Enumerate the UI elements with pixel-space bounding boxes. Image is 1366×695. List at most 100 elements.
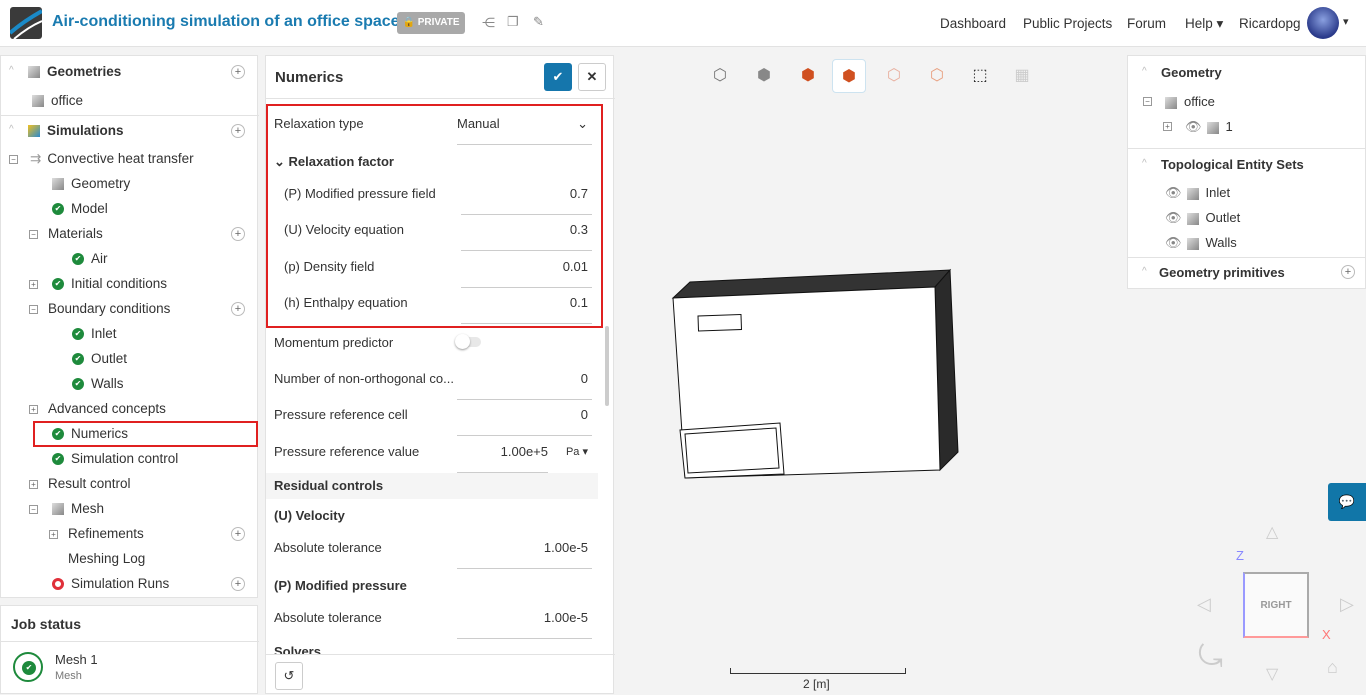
tree-refinements[interactable]: Refinements [68, 523, 144, 545]
wireframe-view-icon[interactable]: ⬡ [703, 59, 737, 93]
p-pressure-header: (P) Modified pressure [274, 578, 407, 593]
collapse-icon[interactable]: − [29, 305, 38, 314]
tree-model[interactable]: ✔ Model [52, 198, 108, 220]
field-enthalpy[interactable]: (h) Enthalpy equation 0.1 [284, 288, 592, 324]
share-icon[interactable]: ⋲ [482, 15, 495, 31]
tree-boundary-conditions[interactable]: Boundary conditions [48, 298, 170, 320]
collapse-icon[interactable]: − [29, 505, 38, 514]
close-button[interactable]: ✕ [578, 63, 606, 91]
rotate-around-icon[interactable]: ⤿ [1198, 640, 1223, 674]
relaxation-type-select[interactable]: Relaxation type Manual ⌄ [274, 109, 592, 145]
add-run-button[interactable]: + [231, 577, 245, 591]
expand-icon[interactable]: + [49, 530, 58, 539]
geometry-icon [28, 66, 40, 79]
tree-geometry[interactable]: Geometry [52, 173, 130, 195]
tree-numerics[interactable]: ✔ Numerics [52, 423, 128, 445]
rotate-down-icon[interactable]: ▽ [1266, 664, 1278, 684]
add-simulation-button[interactable]: + [231, 124, 245, 138]
nav-help[interactable]: Help ▾ [1185, 16, 1223, 32]
eye-icon[interactable]: 👁 [1185, 119, 1202, 134]
p-absolute-tolerance-field[interactable]: Absolute tolerance 1.00e-5 [274, 603, 592, 639]
add-geometry-button[interactable]: + [231, 65, 245, 79]
tree-simulation-runs[interactable]: Simulation Runs [52, 573, 169, 595]
tree-simulation-control[interactable]: ✔ Simulation control [52, 448, 178, 470]
tree-inlet[interactable]: ✔ Inlet [72, 323, 117, 345]
tree-initial-conditions[interactable]: ✔ Initial conditions [52, 273, 167, 295]
office-3d-model[interactable] [660, 260, 970, 490]
nav-forum[interactable]: Forum [1127, 16, 1166, 31]
add-boundary-condition-button[interactable]: + [231, 302, 245, 316]
expand-icon[interactable]: + [29, 405, 38, 414]
user-menu[interactable]: Ricardopg [1239, 16, 1301, 31]
entity-set-walls[interactable]: 👁 Walls [1165, 235, 1237, 251]
tree-mesh[interactable]: Mesh [52, 498, 104, 520]
avatar[interactable] [1307, 7, 1339, 39]
chevron-down-icon[interactable]: ▾ [1343, 15, 1349, 28]
eye-icon[interactable]: 👁 [1165, 185, 1182, 200]
tree-meshing-log[interactable]: Meshing Log [68, 548, 145, 570]
scrollbar[interactable] [605, 326, 609, 406]
tree-advanced-concepts[interactable]: Advanced concepts [48, 398, 166, 420]
tree-air[interactable]: ✔ Air [72, 248, 108, 270]
simulations-icon [28, 125, 40, 138]
points-view-icon[interactable]: ⬡ [877, 59, 911, 93]
scene-geometry-header[interactable]: Geometry [1161, 65, 1222, 80]
confirm-button[interactable]: ✔ [544, 63, 572, 91]
entity-set-inlet[interactable]: 👁 Inlet [1165, 185, 1230, 201]
box-select-icon[interactable]: ⬚ [963, 59, 997, 93]
tree-outlet[interactable]: ✔ Outlet [72, 348, 127, 370]
collapse-icon[interactable]: − [1143, 97, 1152, 106]
edges-view-icon[interactable]: ⬡ [920, 59, 954, 93]
add-refinement-button[interactable]: + [231, 527, 245, 541]
solid-view-icon[interactable]: ⬢ [747, 59, 781, 93]
tree-office[interactable]: office [32, 90, 83, 112]
eye-icon[interactable]: 👁 [1165, 210, 1182, 225]
u-absolute-tolerance-field[interactable]: Absolute tolerance 1.00e-5 [274, 533, 592, 569]
tree-materials[interactable]: Materials [48, 223, 103, 245]
edit-icon[interactable]: ✎ [533, 14, 544, 30]
relaxation-factor-header[interactable]: ⌄ Relaxation factor [274, 154, 394, 170]
mesh-view-icon[interactable]: ▦ [1005, 59, 1039, 93]
tree-geometries[interactable]: Geometries [28, 61, 121, 83]
geometry-primitives-header[interactable]: Geometry primitives [1159, 265, 1285, 280]
section-view-icon[interactable]: ⬢ [832, 59, 866, 93]
add-primitive-button[interactable]: + [1341, 265, 1355, 279]
pressure-reference-value-field[interactable]: Pressure reference value 1.00e+5 Pa ▾ [274, 437, 592, 473]
tree-simulations[interactable]: Simulations [28, 120, 124, 142]
tree-walls[interactable]: ✔ Walls [72, 373, 124, 395]
field-density[interactable]: (p) Density field 0.01 [284, 252, 592, 288]
nav-dashboard[interactable]: Dashboard [940, 16, 1006, 31]
reset-button[interactable]: ↺ [275, 662, 303, 690]
copy-icon[interactable]: ❐ [507, 14, 519, 30]
tree-result-control[interactable]: Result control [48, 473, 131, 495]
entity-set-outlet[interactable]: 👁 Outlet [1165, 210, 1240, 226]
simscale-logo[interactable] [10, 7, 42, 39]
cube-face-right[interactable]: RIGHT [1243, 572, 1309, 638]
expand-icon[interactable]: + [1163, 122, 1172, 131]
collapse-icon[interactable]: − [29, 230, 38, 239]
scene-part-1[interactable]: 👁 1 [1185, 119, 1233, 135]
solid-edges-view-icon[interactable]: ⬢ [791, 59, 825, 93]
expand-icon[interactable]: + [29, 480, 38, 489]
job-name[interactable]: Mesh 1 [55, 652, 98, 667]
eye-icon[interactable]: 👁 [1165, 235, 1182, 250]
rotate-right-icon[interactable]: ▷ [1340, 594, 1354, 615]
chat-button[interactable]: 💬 [1328, 483, 1366, 521]
home-view-icon[interactable]: ⌂ [1327, 657, 1338, 678]
rotate-up-icon[interactable]: △ [1266, 522, 1278, 542]
topological-entity-sets-header[interactable]: Topological Entity Sets [1161, 157, 1304, 172]
collapse-icon[interactable]: − [9, 155, 18, 164]
expand-icon[interactable]: + [29, 280, 38, 289]
momentum-predictor-toggle[interactable] [455, 334, 481, 349]
nav-public-projects[interactable]: Public Projects [1023, 16, 1112, 31]
non-orthogonal-field[interactable]: Number of non-orthogonal co... 0 [274, 364, 592, 400]
face-set-icon [1186, 212, 1199, 225]
rotate-left-icon[interactable]: ◁ [1197, 594, 1211, 615]
pressure-reference-cell-field[interactable]: Pressure reference cell 0 [274, 400, 592, 436]
field-pressure[interactable]: (P) Modified pressure field 0.7 [284, 179, 592, 215]
add-material-button[interactable]: + [231, 227, 245, 241]
scene-office[interactable]: office [1165, 94, 1215, 109]
tree-convective-heat-transfer[interactable]: ⇉ Convective heat transfer [30, 148, 194, 170]
unit-select[interactable]: Pa ▾ [566, 437, 588, 467]
field-velocity[interactable]: (U) Velocity equation 0.3 [284, 215, 592, 251]
